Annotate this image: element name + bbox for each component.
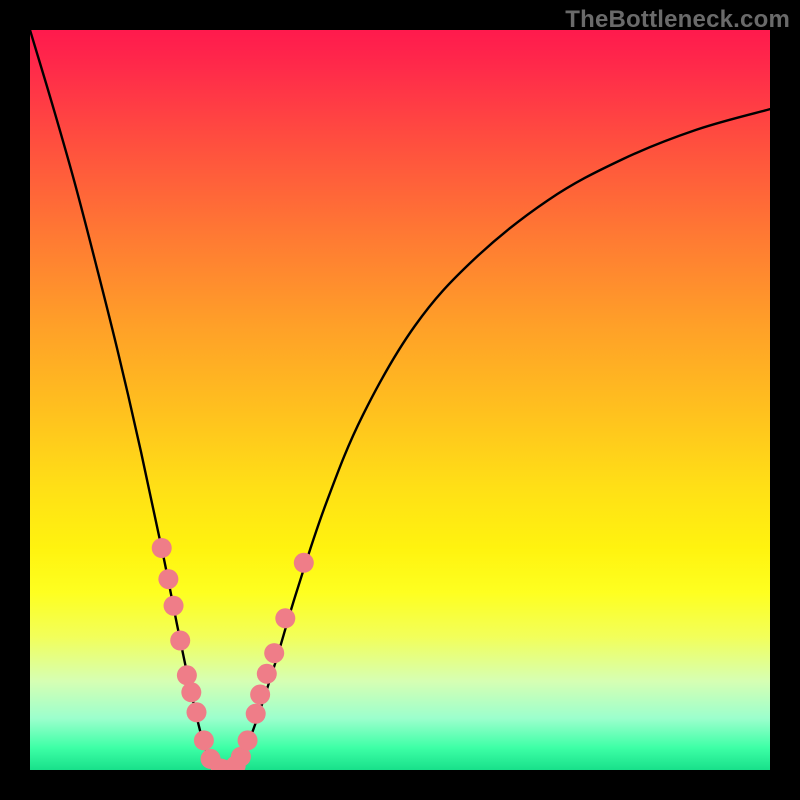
sample-point [164, 596, 184, 616]
sample-point [275, 608, 295, 628]
sample-point [294, 553, 314, 573]
bottleneck-curve [30, 30, 770, 770]
sample-point [158, 569, 178, 589]
sample-point [170, 631, 190, 651]
sample-point [238, 730, 258, 750]
sample-point [194, 730, 214, 750]
plot-area [30, 30, 770, 770]
sample-point [250, 685, 270, 705]
sample-point [181, 682, 201, 702]
sample-point [264, 643, 284, 663]
sample-point [177, 665, 197, 685]
sample-point [152, 538, 172, 558]
sample-point [257, 664, 277, 684]
chart-frame: TheBottleneck.com [0, 0, 800, 800]
sample-point [246, 704, 266, 724]
sample-points-group [152, 538, 314, 770]
sample-point [187, 702, 207, 722]
chart-svg [30, 30, 770, 770]
